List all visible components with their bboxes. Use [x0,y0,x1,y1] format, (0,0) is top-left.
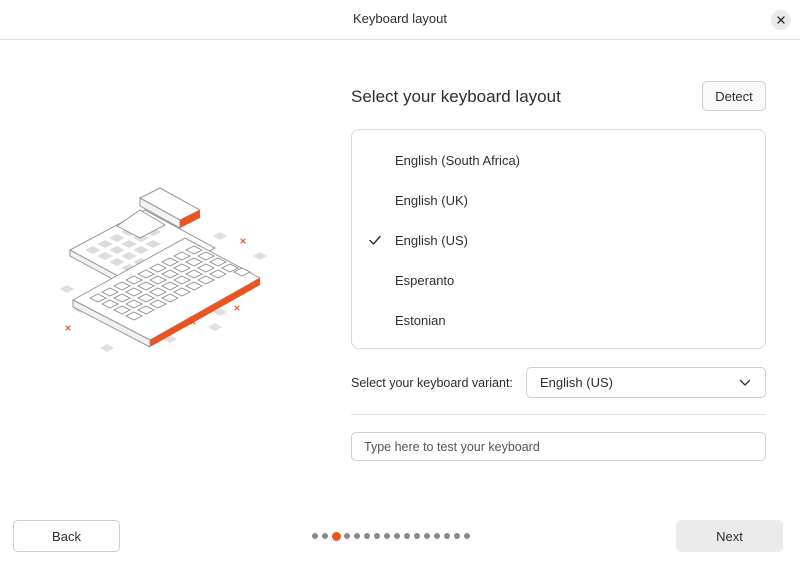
keyboard-illustration [60,187,267,352]
layout-label: English (South Africa) [395,152,521,168]
progress-dot [434,533,440,539]
progress-dot [374,533,380,539]
progress-dot [364,533,370,539]
next-button[interactable]: Next [676,520,783,552]
check-icon [369,235,381,245]
progress-dot [424,533,430,539]
layout-label: English (US) [395,232,468,248]
divider [351,414,766,415]
layout-label: Esperanto [395,272,455,288]
title-bar: Keyboard layout [0,0,800,40]
progress-dots [312,532,492,542]
progress-dot [344,533,350,539]
keyboard-test-input[interactable] [351,432,766,461]
close-button[interactable] [771,10,791,30]
window-title: Keyboard layout [353,11,447,26]
variant-value: English (US) [540,375,613,390]
layout-label: English (UK) [395,192,468,208]
variant-dropdown[interactable]: English (US) [526,367,766,398]
list-item[interactable]: Esperanto [352,260,765,300]
back-button[interactable]: Back [13,520,120,552]
close-icon [777,16,785,24]
layout-label: Estonian [395,312,446,328]
list-item-selected[interactable]: English (US) [352,220,765,260]
progress-dot [312,533,318,539]
progress-dot [404,533,410,539]
progress-dot [322,533,328,539]
progress-dot [444,533,450,539]
progress-dot [394,533,400,539]
detect-button[interactable]: Detect [702,81,766,111]
installer-window: Keyboard layout Select your keyboard lay… [0,0,800,564]
list-item[interactable]: English (South Africa) [352,140,765,180]
progress-dot [384,533,390,539]
progress-dot [414,533,420,539]
progress-dot [454,533,460,539]
list-item[interactable]: English (UK) [352,180,765,220]
progress-dot [354,533,360,539]
layout-list[interactable]: English (South Africa) English (UK) Engl… [351,129,766,349]
variant-label: Select your keyboard variant: [351,376,513,390]
progress-dot [464,533,470,539]
page-heading: Select your keyboard layout [351,87,561,106]
chevron-down-icon [739,379,751,386]
list-item[interactable]: Estonian [352,300,765,340]
progress-dot-active [332,532,341,541]
